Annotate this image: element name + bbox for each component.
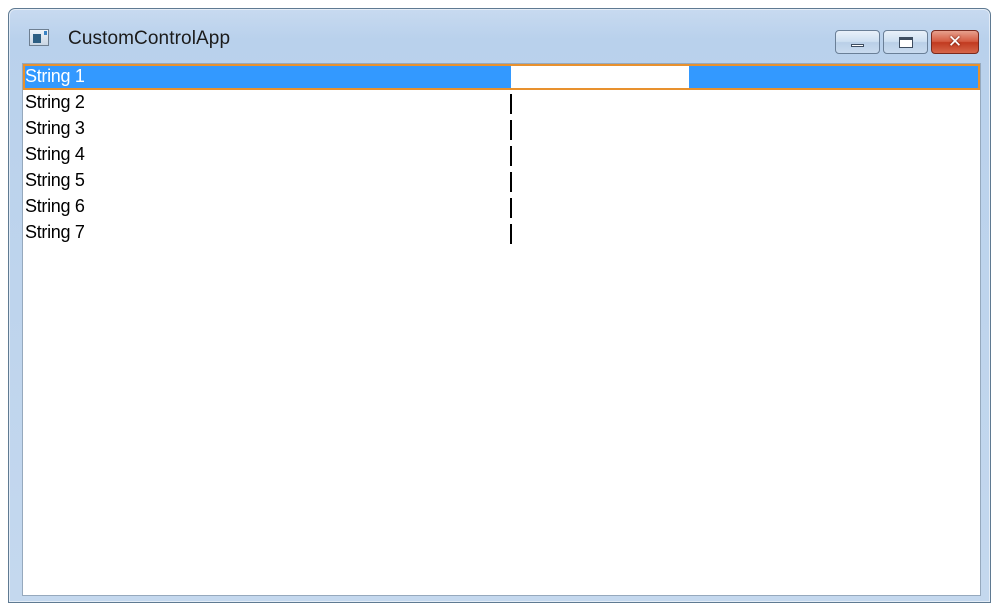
list-item-label: String 4 bbox=[25, 144, 85, 164]
string-list: String 1 String 2 String 3 String 4 Stri… bbox=[23, 64, 980, 246]
close-icon: ✕ bbox=[947, 31, 963, 52]
list-item-label: String 6 bbox=[25, 196, 85, 216]
column-divider bbox=[510, 94, 512, 114]
list-item[interactable]: String 7 bbox=[23, 220, 980, 246]
inline-edit-field[interactable] bbox=[511, 66, 689, 88]
column-divider bbox=[510, 172, 512, 192]
list-item-label: String 2 bbox=[25, 92, 85, 112]
list-item-label: String 7 bbox=[25, 222, 85, 242]
app-window: CustomControlApp ✕ String 1 String 2 Str… bbox=[8, 8, 991, 603]
list-item[interactable]: String 4 bbox=[23, 142, 980, 168]
column-divider bbox=[510, 198, 512, 218]
app-window-icon[interactable] bbox=[29, 29, 49, 46]
maximize-icon bbox=[899, 37, 913, 48]
list-item-label: String 1 bbox=[25, 66, 85, 86]
list-item[interactable]: String 3 bbox=[23, 116, 980, 142]
title-bar[interactable]: CustomControlApp ✕ bbox=[9, 9, 990, 61]
close-button[interactable]: ✕ bbox=[931, 30, 979, 54]
list-item-selected[interactable]: String 1 bbox=[23, 64, 980, 90]
minimize-button[interactable] bbox=[835, 30, 880, 54]
list-item[interactable]: String 5 bbox=[23, 168, 980, 194]
maximize-button[interactable] bbox=[883, 30, 928, 54]
list-view[interactable]: String 1 String 2 String 3 String 4 Stri… bbox=[22, 63, 981, 596]
app-icon-pane bbox=[33, 34, 41, 43]
list-item-label: String 5 bbox=[25, 170, 85, 190]
list-item[interactable]: String 6 bbox=[23, 194, 980, 220]
list-item[interactable]: String 2 bbox=[23, 90, 980, 116]
window-title: CustomControlApp bbox=[68, 28, 231, 49]
column-divider bbox=[510, 224, 512, 244]
column-divider bbox=[510, 146, 512, 166]
caption-buttons: ✕ bbox=[835, 30, 979, 54]
minimize-icon bbox=[851, 44, 864, 47]
column-divider bbox=[510, 120, 512, 140]
list-item-label: String 3 bbox=[25, 118, 85, 138]
app-icon-mark bbox=[44, 31, 47, 35]
